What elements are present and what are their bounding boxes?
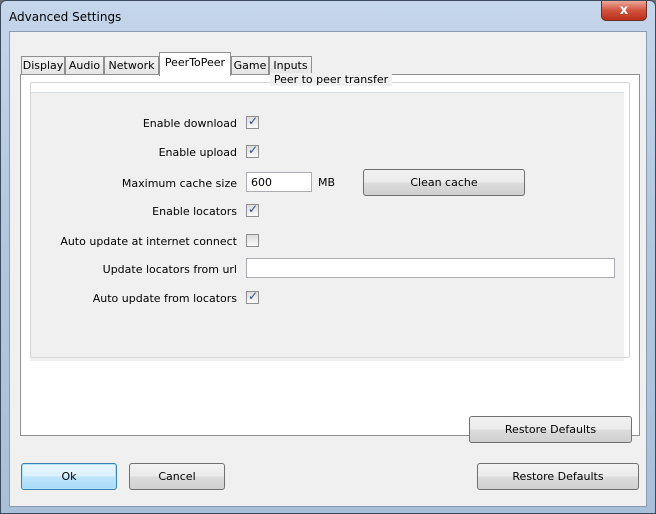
tab-restore-defaults-button[interactable]: Restore Defaults — [469, 416, 632, 443]
enable-upload-label: Enable upload — [158, 146, 237, 159]
window-title: Advanced Settings — [9, 10, 122, 24]
enable-download-label: Enable download — [142, 117, 237, 130]
enable-locators-label: Enable locators — [152, 205, 237, 218]
update-locators-url-input[interactable] — [246, 258, 615, 278]
close-button[interactable]: x — [601, 1, 647, 21]
restore-defaults-button[interactable]: Restore Defaults — [477, 463, 639, 490]
enable-upload-checkbox[interactable]: ✓ — [246, 143, 259, 158]
close-icon: x — [619, 3, 629, 18]
auto-update-locators-label: Auto update from locators — [92, 292, 237, 305]
max-cache-input[interactable] — [246, 172, 312, 192]
checkmark-icon: ✓ — [248, 114, 259, 128]
update-locators-url-label: Update locators from url — [102, 263, 237, 276]
group-title: Peer to peer transfer — [269, 73, 393, 86]
auto-update-locators-checkbox[interactable]: ✓ — [246, 289, 259, 304]
cancel-button[interactable]: Cancel — [129, 463, 225, 490]
cache-unit-label: MB — [318, 176, 336, 189]
auto-update-connect-label: Auto update at internet connect — [60, 235, 237, 248]
ok-button[interactable]: Ok — [21, 463, 117, 490]
max-cache-label: Maximum cache size — [121, 177, 237, 190]
advanced-settings-window: Advanced Settings x Display Audio Networ… — [0, 0, 656, 514]
title-bar[interactable]: Advanced Settings x — [1, 1, 655, 31]
checkmark-icon: ✓ — [248, 202, 259, 216]
enable-locators-checkbox[interactable]: ✓ — [246, 202, 259, 217]
dialog-body: Display Audio Network PeerToPeer Game In… — [9, 31, 647, 507]
checkmark-icon: ✓ — [248, 143, 259, 157]
checkmark-icon: ✓ — [248, 289, 259, 303]
clean-cache-button[interactable]: Clean cache — [363, 169, 525, 196]
enable-download-checkbox[interactable]: ✓ — [246, 114, 259, 129]
auto-update-connect-checkbox[interactable] — [246, 234, 259, 247]
peer-transfer-group: Peer to peer transfer — [30, 73, 630, 358]
